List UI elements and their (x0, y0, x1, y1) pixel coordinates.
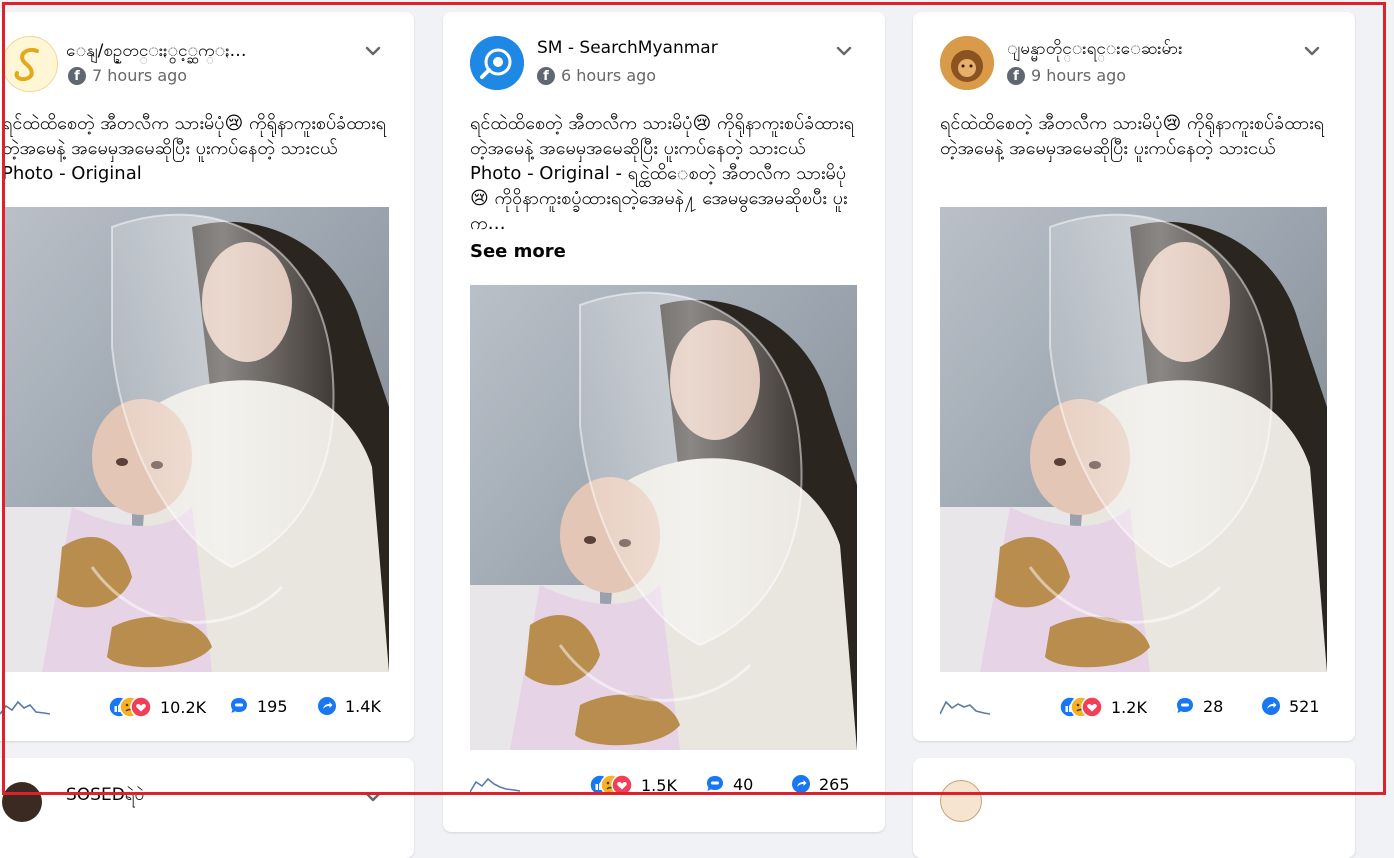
engagement-sparkline (470, 777, 520, 793)
post-text: ရင်ထဲထိစေတဲ့ အီတလီက သားမိပုံ😢 ကိုရိုနာကူ… (940, 113, 1325, 159)
shares-stat[interactable]: 521 (1261, 696, 1320, 716)
share-icon (1261, 696, 1281, 716)
post-text: ရင်ထဲထိစေတဲ့ အီတလီက သားမိပုံ😢 ကိုရိုနာကူ… (470, 113, 855, 234)
shares-count: 265 (819, 774, 850, 794)
page-name[interactable]: SM - SearchMyanmar (537, 38, 817, 58)
post-time[interactable]: 7 hours ago (92, 66, 187, 85)
comment-icon (1175, 696, 1195, 716)
comments-stat[interactable]: 195 (229, 696, 288, 716)
photo-image (2, 207, 389, 672)
facebook-icon: f (68, 66, 86, 85)
reactions-count: 1.5K (641, 775, 677, 795)
page-avatar[interactable] (2, 36, 58, 92)
comments-count: 28 (1203, 696, 1224, 716)
photo-image (940, 207, 1327, 672)
shares-count: 521 (1289, 696, 1320, 716)
post-photo[interactable] (940, 207, 1327, 672)
share-icon (791, 774, 811, 794)
post-time[interactable]: 6 hours ago (561, 66, 656, 85)
page-avatar[interactable] (2, 782, 42, 822)
comments-count: 195 (257, 696, 288, 716)
comment-icon (705, 774, 725, 794)
post-meta: f 9 hours ago (1007, 66, 1126, 85)
shares-count: 1.4K (345, 696, 381, 716)
engagement-sparkline (940, 700, 990, 715)
post-card: ေနျ/စဥ္ဍတင္းႏွင့္ဆက္ႏ… f 7 hours ago ရင်… (0, 12, 414, 741)
page-name[interactable]: ျမန္မာတိုင္းရင္းေဆးမ်ား (1007, 38, 1287, 63)
reactions-icon (589, 774, 633, 796)
search-logo-icon (470, 36, 524, 90)
post-text: ရင်ထဲထိစေတဲ့ အီတလီက သားမိပုံ😢 ကိုရိုနာကူ… (2, 113, 387, 184)
reactions-count: 10.2K (160, 697, 207, 717)
page-avatar[interactable] (940, 36, 994, 90)
lion-logo-icon (940, 36, 994, 90)
reactions-stat[interactable]: 1.2K (1059, 696, 1147, 718)
reactions-count: 1.2K (1111, 697, 1147, 717)
page-name[interactable]: ေနျ/စဥ္ဍတင္းႏွင့္ဆက္ႏ… (66, 40, 316, 65)
reactions-icon (108, 696, 152, 718)
logo-icon (4, 38, 56, 90)
comments-stat[interactable]: 28 (1175, 696, 1223, 716)
reactions-stat[interactable]: 10.2K (108, 696, 206, 718)
chevron-down-icon[interactable] (833, 40, 855, 62)
post-card: ျမန္မာတိုင္းရင္းေဆးမ်ား f 9 hours ago ရင… (913, 12, 1355, 741)
chevron-down-icon[interactable] (362, 786, 384, 808)
facebook-icon: f (537, 66, 555, 85)
post-time[interactable]: 9 hours ago (1031, 66, 1126, 85)
chevron-down-icon[interactable] (362, 40, 384, 62)
photo-image (470, 285, 857, 750)
see-more-link[interactable]: See more (470, 241, 566, 262)
page-name[interactable]: SOSEDရဲပဲ (66, 784, 266, 809)
shares-stat[interactable]: 1.4K (317, 696, 381, 716)
comments-count: 40 (733, 774, 754, 794)
reactions-stat[interactable]: 1.5K (589, 774, 677, 796)
comments-stat[interactable]: 40 (705, 774, 753, 794)
post-meta: f 7 hours ago (68, 66, 187, 85)
facebook-icon: f (1007, 66, 1025, 85)
post-meta: f 6 hours ago (537, 66, 656, 85)
shares-stat[interactable]: 265 (791, 774, 850, 794)
page-avatar[interactable] (940, 780, 982, 822)
post-photo[interactable] (470, 285, 857, 750)
share-icon (317, 696, 337, 716)
comment-icon (229, 696, 249, 716)
chevron-down-icon[interactable] (1301, 40, 1323, 62)
post-card: SM - SearchMyanmar f 6 hours ago ရင်ထဲထိ… (443, 12, 885, 832)
engagement-sparkline (0, 700, 50, 715)
post-card-partial: SOSEDရဲပဲ (0, 758, 414, 858)
post-card-partial (913, 758, 1355, 858)
page-avatar[interactable] (470, 36, 524, 90)
post-photo[interactable] (2, 207, 389, 672)
reactions-icon (1059, 696, 1103, 718)
